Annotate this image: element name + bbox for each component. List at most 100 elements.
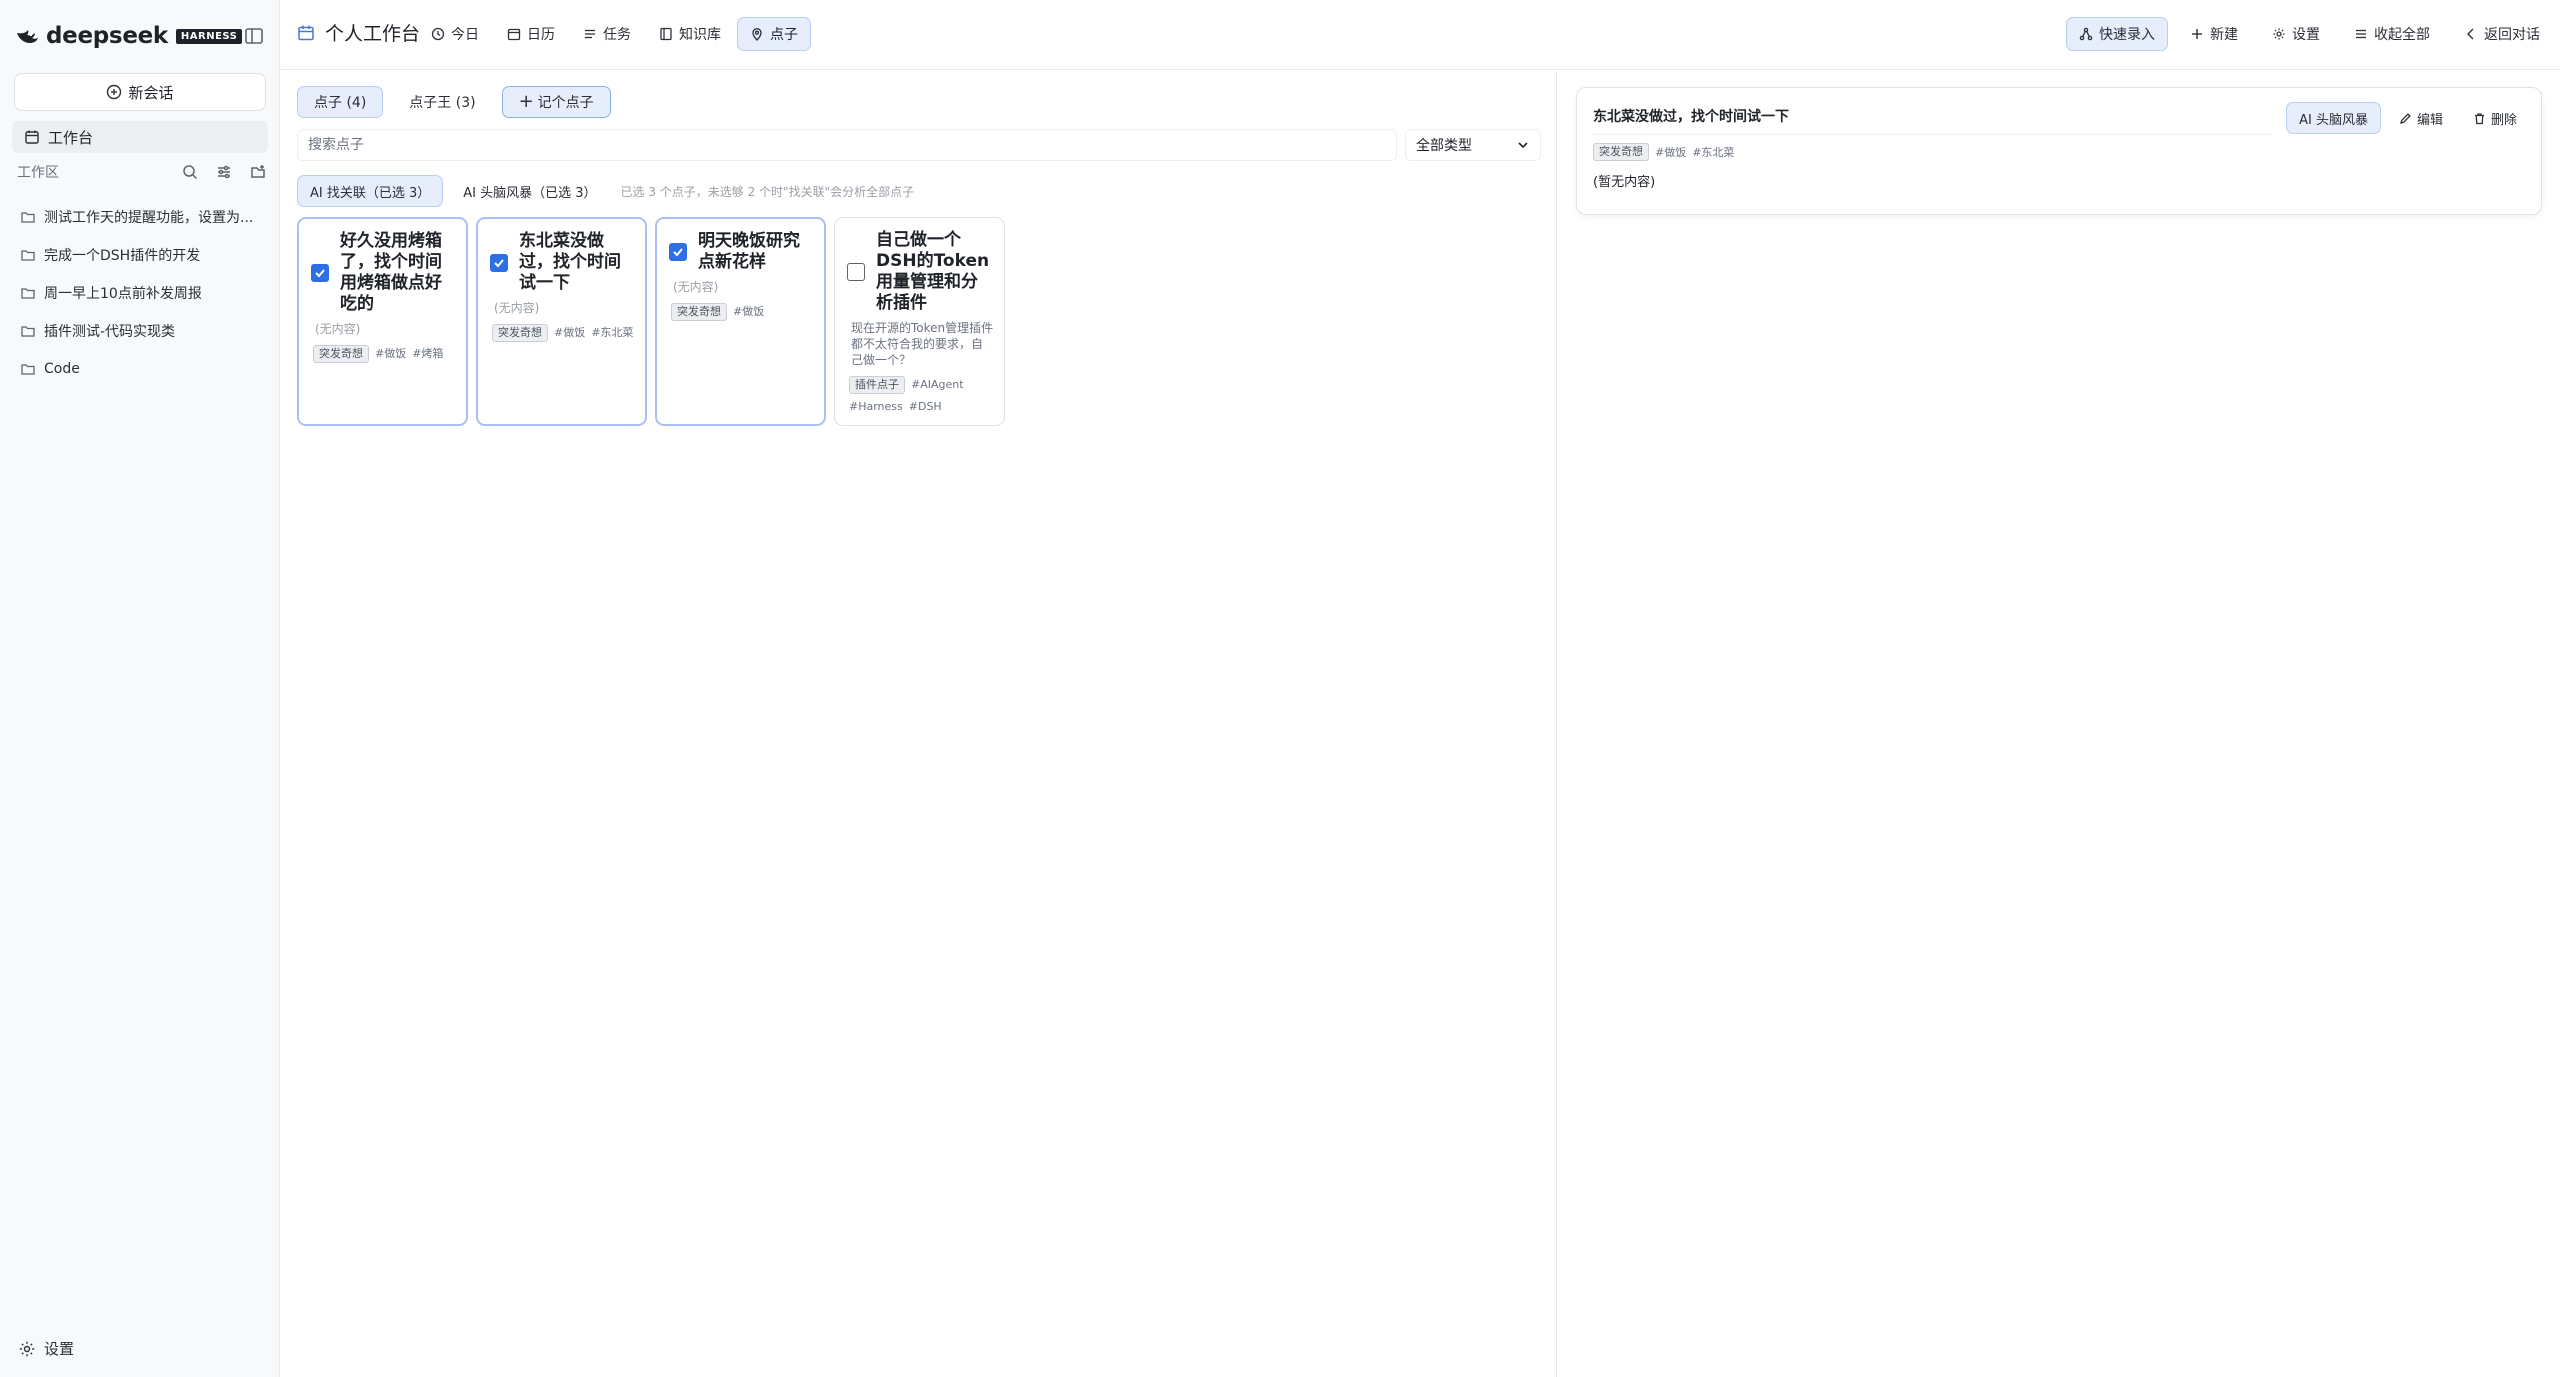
- ideas-pane: 点子 (4) 点子王 (3) + 记个点子 全部类型 AI 找关联（已选 3） …: [281, 71, 1557, 1377]
- tag: #东北菜: [591, 326, 634, 339]
- share-nodes-icon: [2079, 27, 2093, 41]
- chevron-left-icon: [2464, 27, 2478, 41]
- ideas-sub-tabs: 点子 (4) 点子王 (3) + 记个点子: [297, 86, 611, 118]
- type-filter-select[interactable]: 全部类型: [1405, 129, 1541, 161]
- card-tags: 插件点子 #AIAgent #Harness #DSH: [847, 376, 994, 416]
- workspace-item[interactable]: 插件测试-代码实现类: [20, 312, 270, 350]
- new-folder-icon[interactable]: [249, 163, 267, 181]
- tag: #做饭: [733, 305, 765, 318]
- calendar-icon: [297, 24, 315, 42]
- calendar-icon: [24, 129, 40, 145]
- folder-icon: [20, 209, 36, 225]
- plus-icon: [2190, 27, 2204, 41]
- plus-circle-icon: [106, 84, 122, 100]
- quick-entry-button[interactable]: 快速录入: [2066, 17, 2168, 51]
- idea-cards: 好久没用烤箱了，找个时间用烤箱做点好吃的 (无内容) 突发奇想 #做饭 #烤箱 …: [297, 217, 1005, 426]
- tag: #做饭: [554, 326, 586, 339]
- folder-icon: [20, 323, 36, 339]
- settings-button[interactable]: 设置: [2260, 17, 2332, 51]
- trash-icon: [2473, 112, 2486, 125]
- workspace-item[interactable]: 完成一个DSH插件的开发: [20, 236, 270, 274]
- idea-card[interactable]: 东北菜没做过，找个时间试一下 (无内容) 突发奇想 #做饭 #东北菜: [476, 217, 647, 426]
- detail-pane: 东北菜没做过，找个时间试一下 AI 头脑风暴 编辑 删除 突发奇想 #做饭 #东…: [1558, 71, 2560, 1377]
- workspace-item[interactable]: Code: [20, 350, 270, 388]
- sidebar-toggle-icon[interactable]: [242, 24, 266, 48]
- type-badge: 插件点子: [849, 376, 905, 394]
- location-pin-icon: [750, 27, 764, 41]
- ai-brainstorm-button[interactable]: AI 头脑风暴（已选 3）: [451, 175, 608, 207]
- top-actions: 快速录入 新建 设置 收起全部 返回对话: [2066, 17, 2552, 51]
- tab-ideas-count[interactable]: 点子 (4): [297, 86, 384, 118]
- workspace-item[interactable]: 测试工作天的提醒功能，设置为...: [20, 198, 270, 236]
- tag: #东北菜: [1692, 146, 1735, 159]
- card-desc: (无内容): [673, 280, 719, 294]
- delete-button[interactable]: 删除: [2461, 102, 2529, 134]
- collapse-all-button[interactable]: 收起全部: [2342, 17, 2442, 51]
- detail-title: 东北菜没做过，找个时间试一下: [1593, 106, 2273, 135]
- tag: #做饭: [375, 347, 407, 360]
- type-badge: 突发奇想: [313, 345, 369, 363]
- card-title: 自己做一个DSH的Token用量管理和分析插件: [876, 230, 990, 313]
- idea-card[interactable]: 自己做一个DSH的Token用量管理和分析插件 现在开源的Token管理插件都不…: [834, 217, 1005, 426]
- gear-icon: [18, 1340, 36, 1358]
- tag: #Harness: [849, 400, 903, 413]
- card-desc: 现在开源的Token管理插件都不太符合我的要求，自己做一个？: [851, 321, 994, 367]
- tab-today[interactable]: 今日: [419, 17, 491, 51]
- sidebar: deepseek HARNESS 新会话 工作台 工作区 测试工作天的提醒功能，…: [0, 0, 280, 1377]
- back-to-chat-button[interactable]: 返回对话: [2452, 17, 2552, 51]
- sidebar-item-workbench[interactable]: 工作台: [12, 121, 268, 153]
- workbench-label: 工作台: [48, 128, 94, 147]
- search-row: 全部类型: [297, 129, 1541, 161]
- idea-card[interactable]: 好久没用烤箱了，找个时间用烤箱做点好吃的 (无内容) 突发奇想 #做饭 #烤箱: [297, 217, 468, 426]
- type-badge: 突发奇想: [1593, 143, 1649, 161]
- tab-tasks[interactable]: 任务: [571, 17, 643, 51]
- new-chat-button[interactable]: 新会话: [14, 73, 266, 111]
- card-checkbox[interactable]: [311, 264, 329, 282]
- calendar-icon: [507, 27, 521, 41]
- card-checkbox[interactable]: [847, 263, 865, 281]
- card-title: 好久没用烤箱了，找个时间用烤箱做点好吃的: [340, 231, 442, 314]
- card-tags: 突发奇想 #做饭: [669, 303, 814, 321]
- tag: #做饭: [1655, 146, 1687, 159]
- edit-button[interactable]: 编辑: [2387, 102, 2455, 134]
- card-checkbox[interactable]: [490, 253, 508, 272]
- tag: #DSH: [908, 400, 942, 413]
- settings-label: 设置: [44, 1340, 75, 1358]
- chevron-down-icon: [1516, 138, 1530, 152]
- pencil-icon: [2399, 112, 2412, 125]
- ai-find-links-button[interactable]: AI 找关联（已选 3）: [297, 175, 444, 207]
- clock-icon: [431, 27, 445, 41]
- new-chat-label: 新会话: [128, 83, 174, 102]
- list-icon: [2354, 27, 2368, 41]
- ai-brainstorm-button[interactable]: AI 头脑风暴: [2286, 102, 2381, 134]
- book-icon: [659, 27, 673, 41]
- tag: #AIAgent: [911, 378, 964, 391]
- ai-hint: 已选 3 个点子，未选够 2 个时"找关联"会分析全部点子: [620, 184, 915, 199]
- card-checkbox[interactable]: [669, 243, 687, 261]
- search-input[interactable]: [297, 129, 1397, 161]
- tab-knowledge-base[interactable]: 知识库: [647, 17, 733, 51]
- type-badge: 突发奇想: [492, 324, 548, 342]
- tab-idea-king[interactable]: 点子王 (3): [393, 86, 491, 118]
- plus-icon: +: [518, 91, 534, 112]
- workspace-item[interactable]: 周一早上10点前补发周报: [20, 274, 270, 312]
- tab-ideas[interactable]: 点子: [737, 17, 811, 51]
- new-button[interactable]: 新建: [2178, 17, 2250, 51]
- folder-icon: [20, 285, 36, 301]
- card-desc: (无内容): [494, 301, 540, 315]
- sidebar-settings-button[interactable]: 设置: [18, 1338, 74, 1359]
- card-title: 明天晚饭研究点新花样: [698, 231, 800, 272]
- folder-icon: [20, 247, 36, 263]
- top-tabs: 今日 日历 任务 知识库 点子: [419, 17, 811, 51]
- card-tags: 突发奇想 #做饭 #东北菜: [490, 324, 635, 342]
- card-title: 东北菜没做过，找个时间试一下: [519, 231, 621, 293]
- tab-calendar[interactable]: 日历: [495, 17, 567, 51]
- idea-card[interactable]: 明天晚饭研究点新花样 (无内容) 突发奇想 #做饭: [655, 217, 826, 426]
- search-icon[interactable]: [181, 163, 199, 181]
- workspace-list: 测试工作天的提醒功能，设置为... 完成一个DSH插件的开发 周一早上10点前补…: [20, 198, 270, 388]
- top-bar: 个人工作台 今日 日历 任务 知识库 点子 快速录入 新建 设置 收起全部 返回…: [281, 0, 2560, 70]
- add-idea-button[interactable]: + 记个点子: [501, 86, 611, 118]
- filter-sliders-icon[interactable]: [215, 163, 233, 181]
- workspace-label: 工作区: [17, 165, 59, 181]
- brand-badge: HARNESS: [175, 28, 243, 44]
